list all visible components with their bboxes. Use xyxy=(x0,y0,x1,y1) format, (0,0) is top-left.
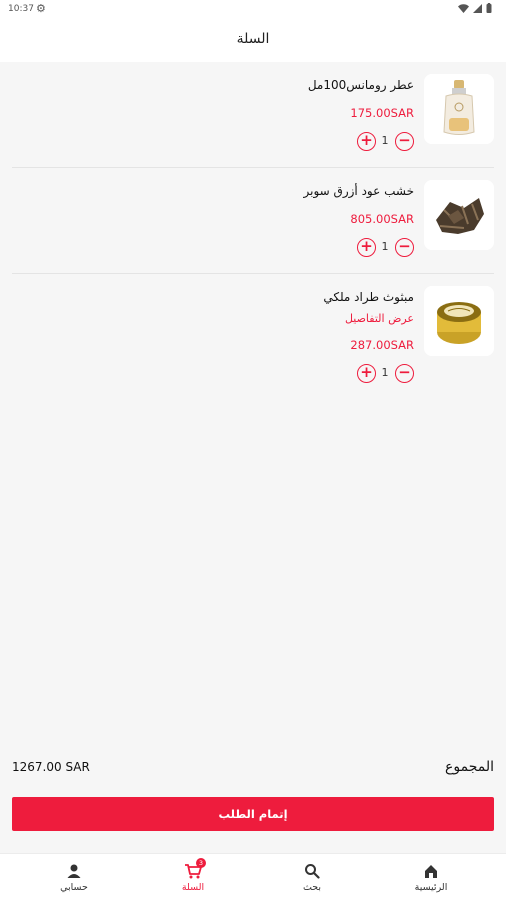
page-title: السلة xyxy=(236,31,270,47)
gold-jar-icon xyxy=(424,286,494,356)
cart-item: خشب عود أزرق سوبر 805.00SAR − 1 + xyxy=(0,168,506,274)
wifi-icon xyxy=(458,3,469,13)
nav-item-search[interactable]: بحث xyxy=(282,862,342,893)
search-icon xyxy=(305,864,320,879)
quantity-value: 1 xyxy=(381,134,389,147)
status-time: 10:37 xyxy=(8,4,34,14)
total-value: 1267.00 SAR xyxy=(12,760,90,774)
quantity-value: 1 xyxy=(381,366,389,379)
settings-gear-icon: ⚙ xyxy=(36,2,46,15)
product-image[interactable] xyxy=(424,74,494,144)
quantity-stepper: − 1 + xyxy=(354,132,414,152)
decrease-quantity-button[interactable]: − xyxy=(395,132,414,151)
nav-label: الرئيسية xyxy=(414,882,448,893)
cart-list: عطر رومانس100مل 175.00SAR − 1 + خشب عود … xyxy=(0,62,506,394)
nav-item-home[interactable]: الرئيسية xyxy=(401,862,461,893)
increase-quantity-button[interactable]: + xyxy=(357,132,376,151)
item-name: خشب عود أزرق سوبر xyxy=(303,184,414,198)
quantity-value: 1 xyxy=(381,240,389,253)
item-name: عطر رومانس100مل xyxy=(307,78,414,92)
increase-quantity-button[interactable]: + xyxy=(357,364,376,383)
total-label: المجموع xyxy=(445,759,494,775)
item-name: مبثوث طراد ملكي xyxy=(323,290,414,304)
product-image[interactable] xyxy=(424,286,494,356)
view-details-link[interactable]: عرض التفاصيل xyxy=(345,312,414,325)
signal-icon xyxy=(473,3,482,13)
item-price: 805.00SAR xyxy=(350,212,414,226)
cart-item: عطر رومانس100مل 175.00SAR − 1 + xyxy=(0,62,506,168)
nav-label: حسابي xyxy=(60,882,88,893)
increase-quantity-button[interactable]: + xyxy=(357,238,376,257)
quantity-stepper: − 1 + xyxy=(354,364,414,384)
item-price: 175.00SAR xyxy=(350,106,414,120)
decrease-quantity-button[interactable]: − xyxy=(395,364,414,383)
battery-icon xyxy=(486,3,492,13)
checkout-button[interactable]: إتمام الطلب xyxy=(12,797,494,831)
item-price: 287.00SAR xyxy=(350,338,414,352)
home-icon xyxy=(425,865,437,878)
cart-count-badge: 3 xyxy=(196,858,206,868)
cart-item: مبثوث طراد ملكي عرض التفاصيل 287.00SAR −… xyxy=(0,274,506,394)
nav-item-account[interactable]: حسابي xyxy=(44,862,104,893)
bottom-navigation: الرئيسية بحث 3 السلة حسابي xyxy=(0,853,506,900)
nav-label: بحث xyxy=(302,882,322,893)
decrease-quantity-button[interactable]: − xyxy=(395,238,414,257)
perfume-bottle-icon xyxy=(424,74,494,144)
status-indicators xyxy=(458,3,492,13)
app-header: السلة xyxy=(0,20,506,62)
oud-wood-chips-icon xyxy=(424,180,494,250)
status-bar: 10:37 ⚙ xyxy=(0,0,506,20)
product-image[interactable] xyxy=(424,180,494,250)
order-total: المجموع 1267.00 SAR xyxy=(0,756,506,780)
nav-item-cart[interactable]: 3 السلة xyxy=(163,858,223,893)
nav-label: السلة xyxy=(181,882,205,893)
person-icon xyxy=(67,864,81,878)
quantity-stepper: − 1 + xyxy=(354,238,414,258)
